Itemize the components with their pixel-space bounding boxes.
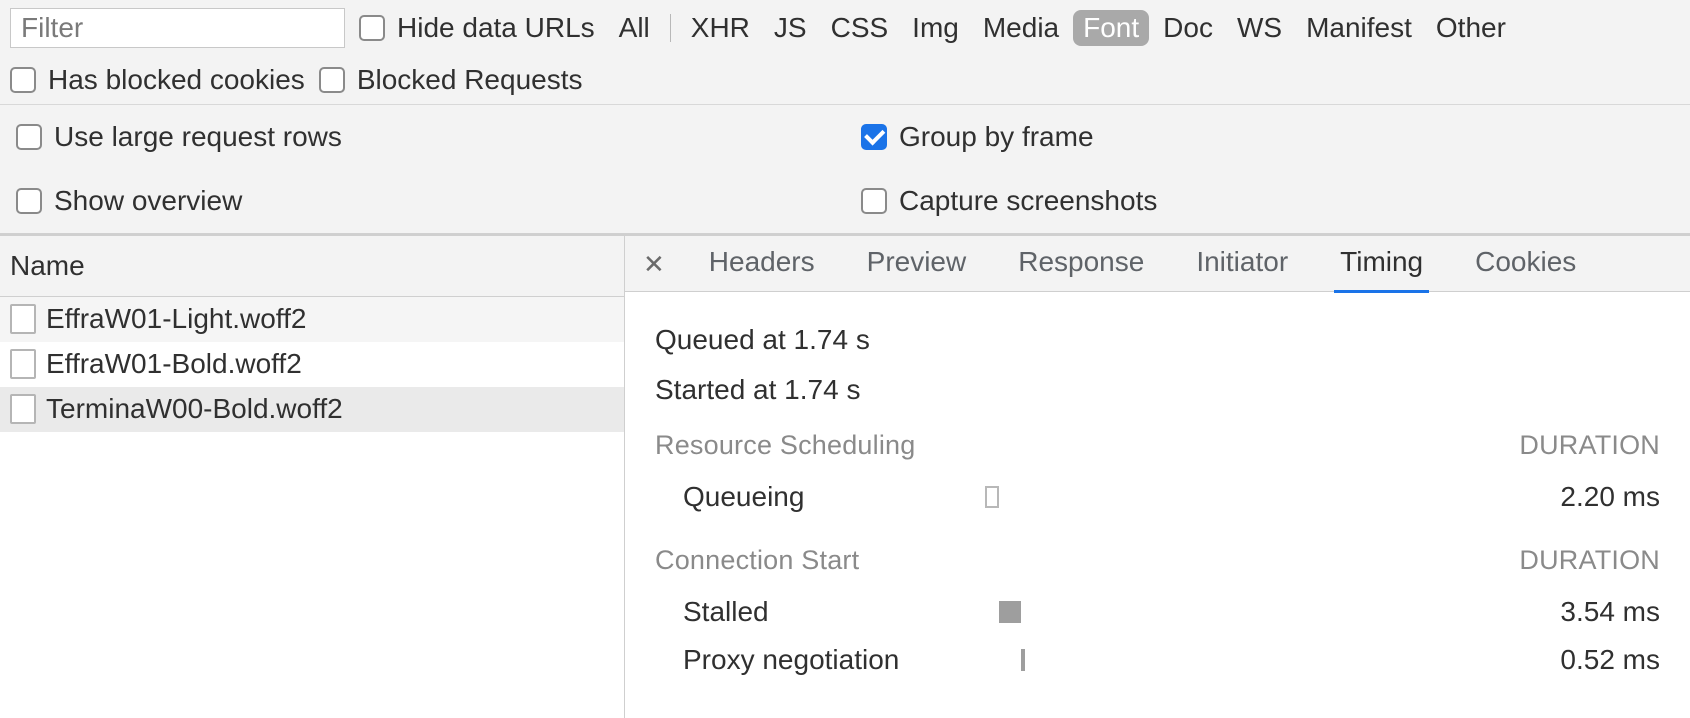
tab-initiator[interactable]: Initiator (1190, 234, 1294, 293)
timing-section: Resource Scheduling DURATION Queueing 2.20 … (655, 430, 1660, 521)
show-overview-checkbox[interactable]: Show overview (0, 169, 845, 233)
group-by-frame-checkbox[interactable]: Group by frame (845, 105, 1690, 169)
type-filter-font[interactable]: Font (1073, 10, 1149, 46)
filter-input[interactable] (10, 8, 345, 48)
request-detail-panel: ✕ Headers Preview Response Initiator Timing C… (625, 236, 1690, 718)
use-large-rows-checkbox[interactable]: Use large request rows (0, 105, 845, 169)
toolbar-row-1: Hide data URLs All XHRJSCSSImgMediaFontDo… (0, 0, 1690, 56)
file-icon (10, 349, 36, 379)
file-icon (10, 394, 36, 424)
timing-bar (999, 601, 1021, 623)
name-column-header[interactable]: Name (0, 236, 624, 297)
checkbox-icon (861, 124, 887, 150)
network-filter-toolbar: Hide data URLs All XHRJSCSSImgMediaFontDo… (0, 0, 1690, 234)
file-icon (10, 304, 36, 334)
timing-panel: Queued at 1.74 s Started at 1.74 s Resou… (625, 292, 1690, 712)
checkbox-icon (359, 15, 385, 41)
timing-bar-area (985, 484, 1510, 510)
tabs-host: Headers Preview Response Initiator Timing Coo… (703, 234, 1583, 293)
timing-row-value: 2.20 ms (1510, 481, 1660, 513)
tab-response[interactable]: Response (1012, 234, 1150, 293)
queued-at-text: Queued at 1.74 s (655, 324, 1660, 356)
started-at-text: Started at 1.74 s (655, 374, 1660, 406)
checkbox-icon (319, 67, 345, 93)
use-large-rows-label: Use large request rows (54, 121, 342, 153)
timing-row-label: Stalled (655, 596, 985, 628)
checkbox-icon (10, 67, 36, 93)
timing-section-header: Resource Scheduling DURATION (655, 430, 1660, 461)
type-filter-xhr[interactable]: XHR (681, 10, 760, 46)
has-blocked-cookies-checkbox[interactable]: Has blocked cookies (10, 64, 305, 96)
has-blocked-cookies-label: Has blocked cookies (48, 64, 305, 96)
type-filter-all[interactable]: All (609, 10, 660, 46)
hide-data-urls-checkbox[interactable]: Hide data URLs (359, 12, 595, 44)
request-name: EffraW01-Light.woff2 (46, 303, 306, 335)
show-overview-label: Show overview (54, 185, 242, 217)
request-row[interactable]: TerminaW00-Bold.woff2 (0, 387, 624, 432)
timing-row-value: 0.52 ms (1510, 644, 1660, 676)
timing-row: Queueing 2.20 ms (655, 473, 1660, 521)
blocked-requests-checkbox[interactable]: Blocked Requests (319, 64, 583, 96)
type-filter-ws[interactable]: WS (1227, 10, 1292, 46)
checkbox-icon (16, 124, 42, 150)
request-row[interactable]: EffraW01-Bold.woff2 (0, 342, 624, 387)
timing-row-label: Proxy negotiation (655, 644, 985, 676)
request-list: EffraW01-Light.woff2 EffraW01-Bold.woff2 T… (0, 297, 624, 718)
timing-bar-area (985, 647, 1510, 673)
tab-timing[interactable]: Timing (1334, 234, 1429, 293)
timing-bar (985, 486, 999, 508)
request-row[interactable]: EffraW01-Light.woff2 (0, 297, 624, 342)
tab-preview[interactable]: Preview (861, 234, 973, 293)
type-filter-js[interactable]: JS (764, 10, 817, 46)
blocked-requests-label: Blocked Requests (357, 64, 583, 96)
checkbox-icon (16, 188, 42, 214)
main-body: Name EffraW01-Light.woff2 EffraW01-Bold.w… (0, 234, 1690, 718)
tab-cookies[interactable]: Cookies (1469, 234, 1582, 293)
type-filter-manifest[interactable]: Manifest (1296, 10, 1422, 46)
timing-meta: Queued at 1.74 s Started at 1.74 s (655, 324, 1660, 406)
hide-data-urls-label: Hide data URLs (397, 12, 595, 44)
timing-row: Proxy negotiation 0.52 ms (655, 636, 1660, 684)
type-filter-separator (670, 14, 671, 42)
toolbar-row-2: Has blocked cookies Blocked Requests (0, 56, 1690, 104)
type-filter-css[interactable]: CSS (821, 10, 899, 46)
timing-bar-area (985, 599, 1510, 625)
timing-row-value: 3.54 ms (1510, 596, 1660, 628)
request-list-panel: Name EffraW01-Light.woff2 EffraW01-Bold.w… (0, 236, 625, 718)
capture-screenshots-label: Capture screenshots (899, 185, 1157, 217)
timing-bar (1021, 649, 1025, 671)
timing-section-title: Resource Scheduling (655, 430, 915, 461)
group-by-frame-label: Group by frame (899, 121, 1094, 153)
timing-section-title: Connection Start (655, 545, 859, 576)
timing-sections: Resource Scheduling DURATION Queueing 2.20 … (655, 430, 1660, 684)
detail-tabs: ✕ Headers Preview Response Initiator Timing C… (625, 236, 1690, 292)
tab-headers[interactable]: Headers (703, 234, 821, 293)
type-filter-img[interactable]: Img (902, 10, 969, 46)
close-icon[interactable]: ✕ (635, 247, 673, 281)
timing-section-header: Connection Start DURATION (655, 545, 1660, 576)
request-name: EffraW01-Bold.woff2 (46, 348, 302, 380)
type-filter-bar: All XHRJSCSSImgMediaFontDocWSManifestOthe… (609, 10, 1516, 46)
request-name: TerminaW00-Bold.woff2 (46, 393, 343, 425)
timing-row: Stalled 3.54 ms (655, 588, 1660, 636)
timing-row-label: Queueing (655, 481, 985, 513)
duration-header: DURATION (1519, 545, 1660, 576)
capture-screenshots-checkbox[interactable]: Capture screenshots (845, 169, 1690, 233)
type-filter-doc[interactable]: Doc (1153, 10, 1223, 46)
type-filter-media[interactable]: Media (973, 10, 1069, 46)
duration-header: DURATION (1519, 430, 1660, 461)
type-filter-other[interactable]: Other (1426, 10, 1516, 46)
options-grid: Use large request rows Group by frame Sh… (0, 104, 1690, 233)
timing-section: Connection Start DURATION Stalled 3.54 ms Pr… (655, 545, 1660, 684)
checkbox-icon (861, 188, 887, 214)
